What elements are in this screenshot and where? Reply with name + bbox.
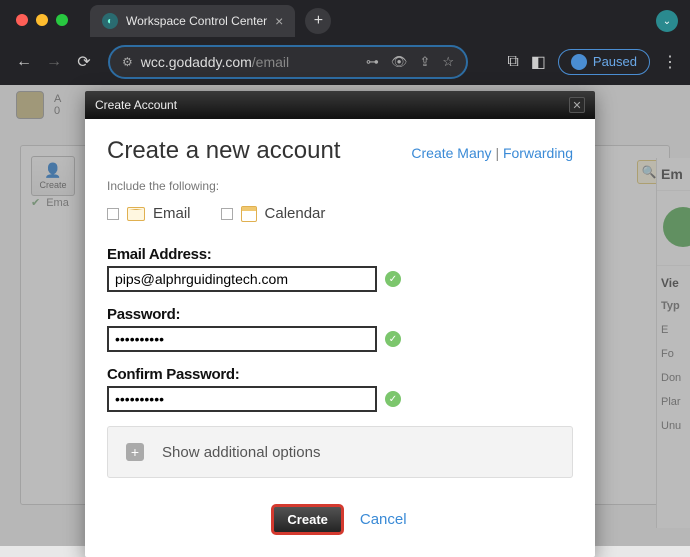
dialog-subtitle: Include the following: [107, 179, 573, 193]
valid-check-icon: ✓ [385, 331, 401, 347]
calendar-icon [241, 206, 257, 222]
password-label: Password: [107, 306, 573, 323]
additional-options-label: Show additional options [162, 444, 320, 461]
dialog-header-title: Create Account [95, 98, 177, 112]
browser-toolbar: ← → ⟳ ⚙ wcc.godaddy.com/email ⊶ 👁 ⇪ ☆ ⧉ … [0, 38, 690, 85]
include-calendar-option: Calendar [221, 205, 326, 222]
forwarding-link[interactable]: Forwarding [503, 145, 573, 161]
back-button[interactable]: ← [12, 53, 36, 71]
forward-button[interactable]: → [42, 53, 66, 71]
tab-title: Workspace Control Center [126, 14, 267, 28]
extensions-icon[interactable]: ⧉ [507, 53, 518, 71]
additional-options-toggle[interactable]: + Show additional options [107, 426, 573, 478]
star-icon[interactable]: ☆ [442, 54, 454, 70]
include-email-label: Email [153, 205, 191, 222]
email-input[interactable] [107, 266, 377, 292]
key-icon[interactable]: ⊶ [366, 54, 379, 70]
profile-avatar[interactable]: ⌄ [656, 10, 678, 32]
include-options: Email Calendar [107, 205, 573, 222]
tab-close-icon[interactable]: × [275, 13, 283, 29]
profile-dot-icon [571, 54, 587, 70]
create-account-dialog: Create Account ✕ Create a new account Cr… [85, 91, 595, 557]
include-email-option: Email [107, 205, 191, 222]
plus-icon: + [126, 443, 144, 461]
window-close[interactable] [16, 14, 28, 26]
menu-icon[interactable]: ⋮ [662, 52, 678, 72]
window-controls [0, 0, 68, 26]
email-checkbox[interactable] [107, 208, 119, 220]
share-icon[interactable]: ⇪ [419, 54, 430, 70]
site-settings-icon[interactable]: ⚙ [122, 55, 133, 69]
new-tab-button[interactable]: + [305, 8, 331, 34]
calendar-checkbox[interactable] [221, 208, 233, 220]
dialog-links: Create Many | Forwarding [411, 145, 573, 161]
sidepanel-icon[interactable]: ◧ [531, 52, 546, 72]
tab-favicon: ◐ [102, 13, 118, 29]
address-bar[interactable]: ⚙ wcc.godaddy.com/email ⊶ 👁 ⇪ ☆ [108, 45, 468, 79]
paused-label: Paused [593, 54, 637, 69]
dialog-close-button[interactable]: ✕ [569, 97, 585, 113]
create-button[interactable]: Create [273, 506, 341, 533]
url-display: wcc.godaddy.com/email [141, 54, 289, 70]
window-maximize[interactable] [56, 14, 68, 26]
password-input[interactable] [107, 326, 377, 352]
email-label: Email Address: [107, 246, 573, 263]
dialog-title: Create a new account [107, 137, 340, 165]
valid-check-icon: ✓ [385, 391, 401, 407]
browser-chrome: ⌄ ◐ Workspace Control Center × + ← → ⟳ ⚙… [0, 0, 690, 85]
confirm-password-label: Confirm Password: [107, 366, 573, 383]
valid-check-icon: ✓ [385, 271, 401, 287]
dialog-actions: Create Cancel [107, 506, 573, 533]
confirm-password-input[interactable] [107, 386, 377, 412]
create-many-link[interactable]: Create Many [411, 145, 491, 161]
cancel-button[interactable]: Cancel [360, 511, 407, 528]
reload-button[interactable]: ⟳ [72, 52, 96, 72]
dialog-header: Create Account ✕ [85, 91, 595, 119]
browser-tab[interactable]: ◐ Workspace Control Center × [90, 5, 295, 37]
window-minimize[interactable] [36, 14, 48, 26]
include-calendar-label: Calendar [265, 205, 326, 222]
tabs-row: ◐ Workspace Control Center × + [0, 0, 690, 38]
profile-paused-button[interactable]: Paused [558, 49, 650, 75]
mail-icon [127, 207, 145, 221]
link-separator: | [495, 145, 503, 161]
eye-off-icon[interactable]: 👁 [391, 54, 408, 70]
